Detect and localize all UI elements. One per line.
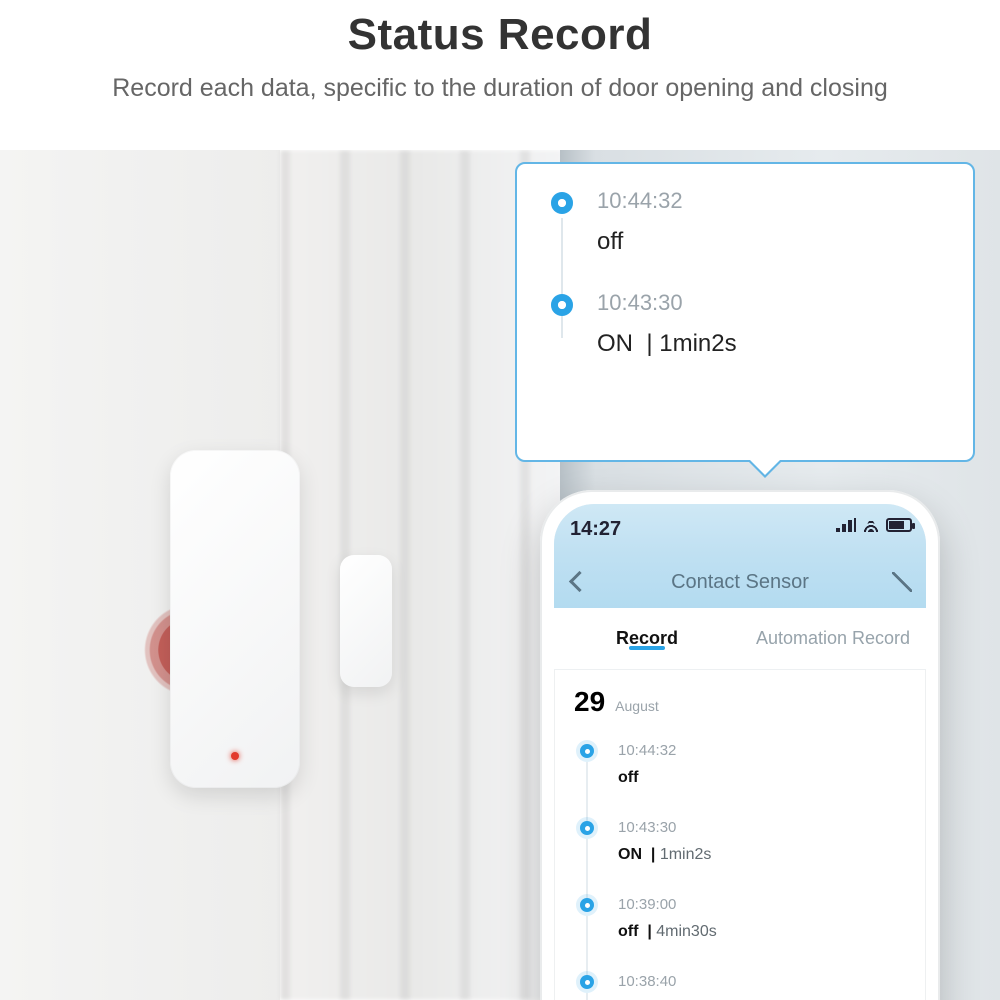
tab-automation-record[interactable]: Automation Record xyxy=(740,628,926,649)
page-subtitle: Record each data, specific to the durati… xyxy=(0,74,1000,103)
cell-signal-icon xyxy=(836,518,856,532)
sensor-led-icon xyxy=(231,752,239,760)
callout-entry: 10:43:30 ON | 1min2s xyxy=(517,266,973,368)
list-item[interactable]: 10:43:30 ON | 1min2s xyxy=(576,805,904,882)
app-header: Contact Sensor xyxy=(554,556,926,608)
record-time: 10:44:32 xyxy=(618,742,904,759)
date-month: August xyxy=(615,698,659,714)
battery-icon xyxy=(886,518,912,532)
statusbar-time: 14:27 xyxy=(570,518,621,541)
page-title: Status Record xyxy=(0,10,1000,60)
record-callout: 10:44:32 off 10:43:30 ON | 1min2s xyxy=(515,162,975,462)
phone-mockup: 14:27 Contact Sensor Record Automation R… xyxy=(540,490,940,1000)
callout-status: off xyxy=(597,228,945,256)
list-item[interactable]: 10:39:00 off | 4min30s xyxy=(576,882,904,959)
date-header: 29 August xyxy=(554,670,926,724)
record-status: off xyxy=(618,769,904,787)
callout-time: 10:44:32 xyxy=(597,188,945,214)
callout-entry: 10:44:32 off xyxy=(517,164,973,266)
date-day: 29 xyxy=(574,686,605,718)
record-status: off | 4min30s xyxy=(618,923,904,941)
record-time: 10:43:30 xyxy=(618,819,904,836)
timeline-dot-icon xyxy=(551,294,573,316)
app-title: Contact Sensor xyxy=(554,556,926,608)
door-sensor-body xyxy=(170,450,300,788)
callout-time: 10:43:30 xyxy=(597,290,945,316)
list-item[interactable]: 10:38:40 ON | 20s xyxy=(576,959,904,1000)
list-item[interactable]: 10:44:32 off xyxy=(576,728,904,805)
record-list[interactable]: 10:44:32 off 10:43:30 ON | 1min2s 10:39:… xyxy=(554,724,926,1000)
timeline-dot-icon xyxy=(580,975,594,989)
timeline-dot-icon xyxy=(580,821,594,835)
callout-status: ON | 1min2s xyxy=(597,330,945,358)
timeline-dot-icon xyxy=(580,744,594,758)
timeline-dot-icon xyxy=(580,898,594,912)
tab-record[interactable]: Record xyxy=(554,628,740,649)
back-icon[interactable] xyxy=(568,570,582,594)
record-time: 10:38:40 xyxy=(618,973,904,990)
phone-status-bar: 14:27 xyxy=(554,504,926,556)
edit-icon[interactable] xyxy=(892,572,912,592)
record-time: 10:39:00 xyxy=(618,896,904,913)
door-sensor-magnet xyxy=(340,555,392,687)
timeline-dot-icon xyxy=(551,192,573,214)
wifi-icon xyxy=(862,518,880,532)
record-status: ON | 1min2s xyxy=(618,846,904,864)
